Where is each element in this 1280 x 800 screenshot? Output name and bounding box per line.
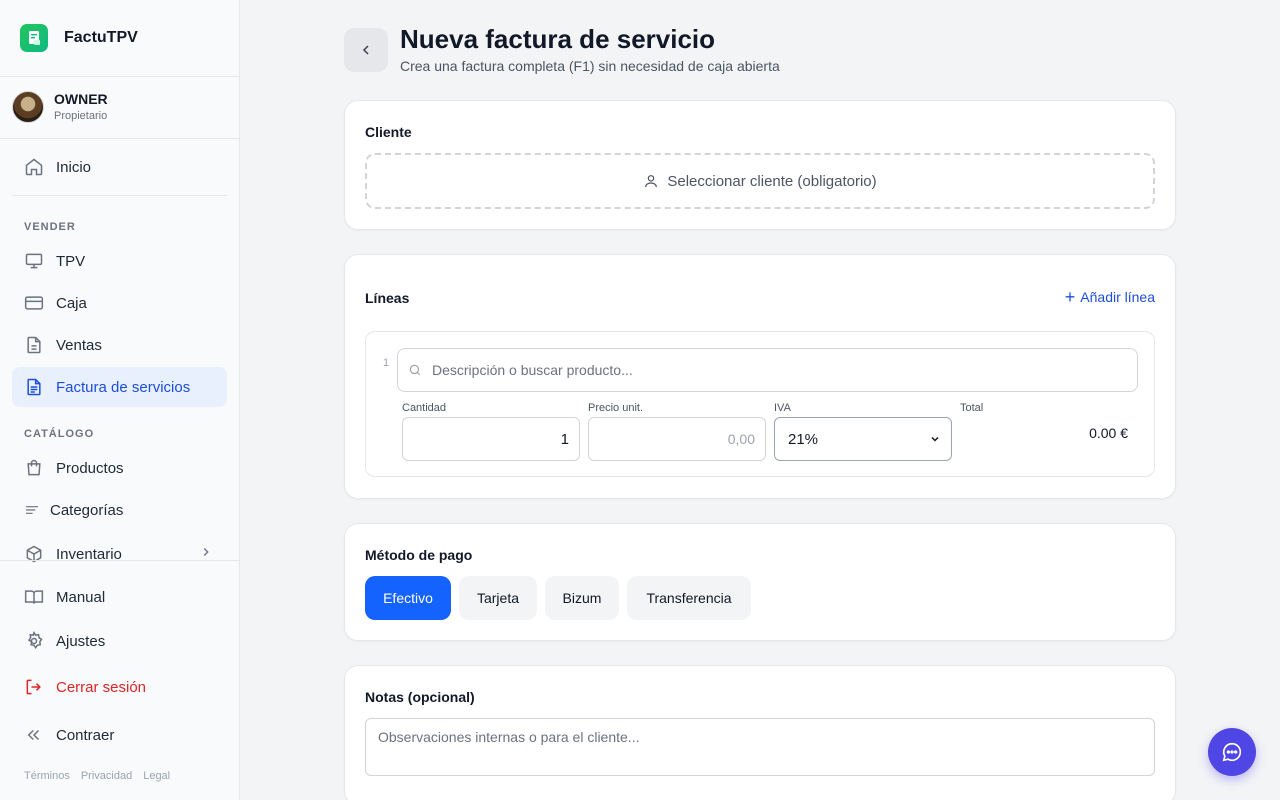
price-label: Precio unit.: [588, 402, 644, 414]
sidebar-item-factura-de-servicios[interactable]: Factura de servicios: [12, 367, 227, 407]
payment-tarjeta-button[interactable]: Tarjeta: [459, 576, 537, 620]
footer-links: Términos Privacidad Legal: [24, 770, 170, 782]
shopping-bag-icon: [24, 458, 44, 478]
payment-bizum-button[interactable]: Bizum: [545, 576, 619, 620]
notes-card-title: Notas (opcional): [365, 689, 475, 705]
notes-textarea[interactable]: Observaciones internas o para el cliente…: [365, 718, 1155, 776]
iva-value: 21%: [788, 430, 819, 448]
chat-button[interactable]: [1208, 728, 1256, 776]
divider: [0, 560, 239, 561]
price-input[interactable]: 0,00: [588, 417, 766, 461]
invoice-line: 1 Descripción o buscar producto... Canti…: [365, 331, 1155, 477]
app-logo-icon: [20, 24, 48, 52]
description-placeholder: Descripción o buscar producto...: [432, 362, 633, 378]
sidebar: FactuTPV OWNER Propietario Inicio VENDER…: [0, 0, 240, 800]
gear-icon: [24, 631, 44, 651]
sidebar-item-label: Ajustes: [56, 632, 106, 650]
select-client-button[interactable]: Seleccionar cliente (obligatorio): [365, 153, 1155, 209]
sidebar-item-label: Caja: [56, 294, 87, 312]
line-total: 0.00 €: [1089, 425, 1128, 441]
file-icon: [24, 335, 44, 355]
payment-card: Método de pago Efectivo Tarjeta Bizum Tr…: [344, 523, 1176, 641]
sidebar-item-inventario[interactable]: Inventario: [12, 534, 227, 574]
sidebar-item-ajustes[interactable]: Ajustes: [12, 621, 227, 661]
payment-efectivo-button[interactable]: Efectivo: [365, 576, 451, 620]
lines-card-title: Líneas: [365, 290, 410, 306]
payment-transferencia-button[interactable]: Transferencia: [627, 576, 751, 620]
iva-label: IVA: [774, 402, 791, 414]
brand[interactable]: FactuTPV: [20, 24, 138, 52]
chevron-left-icon: [358, 42, 374, 58]
search-icon: [408, 363, 422, 377]
privacy-link[interactable]: Privacidad: [81, 770, 132, 782]
sidebar-item-categorias[interactable]: Categorías: [12, 490, 227, 530]
quantity-input[interactable]: 1: [402, 417, 580, 461]
divider: [0, 76, 239, 77]
add-line-button[interactable]: + Añadir línea: [1064, 287, 1155, 307]
sidebar-item-manual[interactable]: Manual: [12, 577, 227, 617]
package-icon: [24, 544, 44, 564]
total-label: Total: [960, 402, 984, 414]
legal-link[interactable]: Legal: [143, 770, 170, 782]
book-icon: [24, 587, 44, 607]
sidebar-item-label: Factura de servicios: [56, 378, 191, 396]
credit-card-icon: [24, 293, 44, 313]
sidebar-item-productos[interactable]: Productos: [12, 448, 227, 488]
sidebar-item-label: Inicio: [56, 158, 92, 176]
app-name: FactuTPV: [64, 29, 138, 46]
monitor-icon: [24, 251, 44, 271]
user-profile[interactable]: OWNER Propietario: [12, 90, 108, 124]
sidebar-item-label: Categorías: [50, 501, 124, 519]
description-input[interactable]: Descripción o buscar producto...: [397, 348, 1138, 392]
page-subtitle: Crea una factura completa (F1) sin neces…: [400, 58, 780, 74]
sidebar-item-label: Manual: [56, 588, 106, 606]
list-icon: [22, 500, 42, 520]
chat-icon: [1221, 741, 1243, 763]
add-line-label: Añadir línea: [1080, 289, 1155, 305]
page-title: Nueva factura de servicio: [400, 24, 716, 54]
user-name: OWNER: [54, 91, 108, 107]
user-role: Propietario: [54, 110, 108, 122]
plus-icon: +: [1064, 287, 1076, 307]
avatar: [12, 91, 44, 123]
sidebar-item-caja[interactable]: Caja: [12, 283, 227, 323]
sidebar-item-inicio[interactable]: Inicio: [12, 147, 227, 187]
collapse-sidebar-button[interactable]: Contraer: [12, 715, 227, 755]
sidebar-item-label: Ventas: [56, 336, 102, 354]
logout-button[interactable]: Cerrar sesión: [12, 667, 227, 707]
lines-card: Líneas + Añadir línea 1 Descripción o bu…: [344, 254, 1176, 499]
payment-card-title: Método de pago: [365, 547, 473, 563]
chevron-down-icon: [929, 433, 941, 445]
sidebar-item-ventas[interactable]: Ventas: [12, 325, 227, 365]
logout-icon: [24, 677, 44, 697]
chevrons-left-icon: [24, 725, 44, 745]
iva-select[interactable]: 21%: [774, 417, 952, 461]
terms-link[interactable]: Términos: [24, 770, 70, 782]
home-icon: [24, 157, 44, 177]
sidebar-item-label: TPV: [56, 252, 86, 270]
sidebar-item-tpv[interactable]: TPV: [12, 241, 227, 281]
file-text-icon: [24, 377, 44, 397]
sidebar-item-label: Productos: [56, 459, 124, 477]
divider: [0, 138, 239, 139]
client-card: Cliente Seleccionar cliente (obligatorio…: [344, 100, 1176, 230]
sidebar-item-label: Cerrar sesión: [56, 678, 147, 696]
line-number: 1: [383, 357, 390, 369]
sidebar-item-label: Contraer: [56, 726, 115, 744]
back-button[interactable]: [344, 28, 388, 72]
divider: [12, 195, 227, 196]
quantity-label: Cantidad: [402, 402, 447, 414]
notes-card: Notas (opcional) Observaciones internas …: [344, 665, 1176, 800]
client-card-title: Cliente: [365, 124, 412, 140]
section-label-catalogo: CATÁLOGO: [24, 428, 95, 440]
section-label-vender: VENDER: [24, 221, 76, 233]
select-client-label: Seleccionar cliente (obligatorio): [667, 172, 877, 190]
user-icon: [643, 173, 659, 189]
